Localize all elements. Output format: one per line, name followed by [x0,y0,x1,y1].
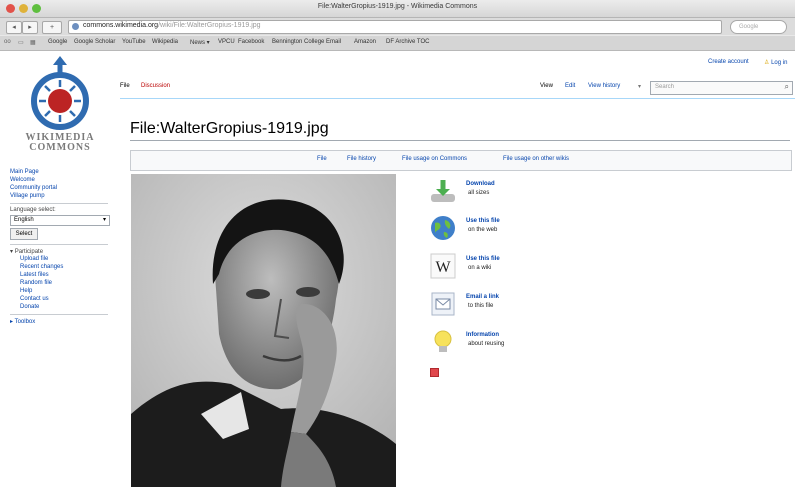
user-icon: ♙ [764,60,770,66]
sidebar: Main Page Welcome Community portal Villa… [10,168,120,325]
bookmark-google[interactable]: Google [48,39,67,45]
sidebar-item-community-portal[interactable]: Community portal [10,184,120,192]
participate-heading[interactable]: ▾ Participate [10,248,120,255]
information-sub: about reusing [468,341,505,347]
sidebar-item-main-page[interactable]: Main Page [10,168,120,176]
toc-file-usage-commons[interactable]: File usage on Commons [402,156,467,162]
browser-search-input[interactable]: Google [730,20,787,34]
url-host: commons.wikimedia.org [83,22,159,29]
toc-file-usage-other-wikis[interactable]: File usage on other wikis [503,156,569,162]
bookmark-news[interactable]: News ▾ [190,39,210,46]
title-divider [130,140,790,141]
file-toc: File File history File usage on Commons … [130,150,792,171]
logo-line2: COMMONS [29,142,91,153]
sidebar-item-recent-changes[interactable]: Recent changes [20,263,120,271]
search-input[interactable]: Search ⌕ [650,81,793,95]
bookmark-vpcu[interactable]: VPCU [218,39,235,45]
sidebar-item-upload-file[interactable]: Upload file [20,255,120,263]
sidebar-item-help[interactable]: Help [20,287,120,295]
toolbox-heading[interactable]: ▸ Toolbox [10,318,120,325]
pdf-icon[interactable] [430,368,439,377]
sidebar-item-donate[interactable]: Donate [20,303,120,311]
sidebar-divider [10,203,108,204]
action-download[interactable]: Download all sizes [430,178,550,208]
bookmarks-bar: oo ▭ ▦ Google Google Scholar YouTube Wik… [0,36,795,51]
sidebar-divider [10,244,108,245]
tab-file[interactable]: File [120,83,130,89]
window-title: File:WalterGropius-1919.jpg - Wikimedia … [317,3,478,10]
bookmark-df-archive-toc[interactable]: DF Archive TOC [386,39,429,45]
toc-file[interactable]: File [317,156,327,162]
logo-wordmark: WIKIMEDIA COMMONS [10,133,110,153]
bookmark-facebook[interactable]: Facebook [238,39,264,45]
reading-list-icon[interactable]: oo [4,39,11,45]
action-use-on-wiki[interactable]: W Use this file on a wiki [430,253,550,283]
use-on-wiki-link[interactable]: Use this file [466,256,500,262]
more-menu-chevron-icon[interactable]: ▾ [638,83,641,90]
bookmark-youtube[interactable]: YouTube [122,39,146,45]
create-account-link[interactable]: Create account [708,59,749,65]
address-bar[interactable]: commons.wikimedia.org/wiki/File:WalterGr… [68,20,784,34]
toc-file-history[interactable]: File history [347,156,376,162]
tab-discussion[interactable]: Discussion [141,83,170,89]
email-sub: to this file [468,303,494,309]
site-icon [72,23,79,30]
download-icon [431,180,455,202]
bookmark-google-scholar[interactable]: Google Scholar [74,39,115,45]
language-select[interactable]: English ▾ [10,215,110,226]
sidebar-item-welcome[interactable]: Welcome [10,176,120,184]
action-use-on-web[interactable]: Use this file on the web [430,215,550,245]
tab-view-history[interactable]: View history [588,83,620,89]
page-tabs: File Discussion View Edit View history ▾… [119,78,795,98]
search-placeholder: Search [655,84,675,90]
use-on-web-link[interactable]: Use this file [466,218,500,224]
lightbulb-icon [434,330,452,352]
sidebar-divider [10,314,108,315]
search-icon[interactable]: ⌕ [785,82,789,92]
globe-icon [431,216,455,240]
select-button[interactable]: Select [10,228,38,240]
top-sites-icon[interactable]: ▦ [30,39,36,46]
email-icon [431,292,455,316]
forward-button[interactable]: ▸ [22,21,38,34]
sidebar-item-village-pump[interactable]: Village pump [10,192,120,200]
download-link[interactable]: Download [466,181,495,187]
triangle-down-icon: ▾ [10,249,14,255]
email-link[interactable]: Email a link [466,294,499,300]
sidebar-item-random-file[interactable]: Random file [20,279,120,287]
bookmark-wikipedia[interactable]: Wikipedia [152,39,178,45]
walter-gropius-portrait [131,174,396,487]
action-information[interactable]: Information about reusing [430,329,550,359]
back-button[interactable]: ◂ [6,21,22,34]
wikipedia-w-icon: W [430,253,456,279]
sidebar-item-contact-us[interactable]: Contact us [20,295,120,303]
bookmark-bennington-email[interactable]: Bennington College Email [272,39,341,45]
action-email-link[interactable]: Email a link to this file [430,291,550,321]
sidebar-item-latest-files[interactable]: Latest files [20,271,120,279]
tab-view[interactable]: View [540,83,553,89]
language-select-value: English [14,217,34,223]
tab-edit[interactable]: Edit [565,83,575,89]
language-select-label: Language select: [10,207,56,213]
page-title: File:WalterGropius-1919.jpg [130,120,329,137]
svg-text:W: W [435,259,451,276]
add-icon[interactable]: + [42,21,62,34]
login-label: Log in [771,60,788,66]
content-top-border [120,98,795,99]
information-link[interactable]: Information [466,332,499,338]
url-path: /wiki/File:WalterGropius-1919.jpg [158,22,261,29]
login-link[interactable]: ♙ Log in [764,59,787,66]
bookmark-amazon[interactable]: Amazon [354,39,376,45]
triangle-right-icon: ▸ [10,319,14,325]
toolbox-label: Toolbox [14,319,36,325]
use-on-wiki-sub: on a wiki [468,265,492,271]
chevron-down-icon: ▾ [102,217,106,223]
url-text: commons.wikimedia.org/wiki/File:WalterGr… [83,22,261,29]
bookmarks-icon[interactable]: ▭ [18,39,24,46]
window-titlebar: File:WalterGropius-1919.jpg - Wikimedia … [0,0,795,18]
browser-toolbar: ◂ ▸ + commons.wikimedia.org/wiki/File:Wa… [0,18,795,35]
download-sub: all sizes [468,190,490,196]
main-image[interactable] [131,174,396,487]
use-on-web-sub: on the web [468,227,498,233]
